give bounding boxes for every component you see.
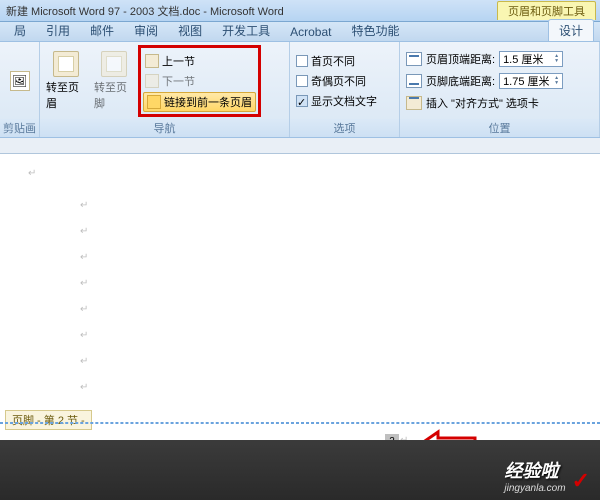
odd-even-different-checkbox[interactable]: 奇偶页不同: [294, 72, 379, 90]
checkbox-icon: [296, 55, 308, 67]
header-distance-label: 页眉顶端距离:: [426, 51, 495, 67]
watermark-bar: 经验啦 jingyanla.com ✓: [0, 440, 600, 500]
checkbox-icon: [296, 75, 308, 87]
tab-acrobat[interactable]: Acrobat: [280, 23, 341, 41]
header-distance-icon: [406, 52, 422, 66]
tab-reference[interactable]: 引用: [36, 20, 80, 41]
tab-review[interactable]: 审阅: [124, 20, 168, 41]
show-doc-text-label: 显示文档文字: [311, 93, 377, 109]
paragraph-mark: ↵: [80, 304, 88, 315]
header-distance-value: 1.5 厘米: [503, 51, 543, 67]
group-nav-label: 导航: [40, 119, 289, 137]
ribbon-tabs: 局 引用 邮件 审阅 视图 开发工具 Acrobat 特色功能 设计: [0, 22, 600, 42]
spinner-icon[interactable]: ▲▼: [554, 76, 559, 86]
paragraph-mark: ↵: [80, 200, 88, 211]
clipart-button[interactable]: 🖼: [4, 71, 35, 91]
show-document-text-checkbox[interactable]: ✓ 显示文档文字: [294, 92, 379, 110]
footer-section-tag: 页脚 - 第 2 节 -: [5, 410, 92, 430]
group-clipart-label: 剪贴画: [0, 119, 39, 137]
title-bar: 新建 Microsoft Word 97 - 2003 文档.doc - Mic…: [0, 0, 600, 22]
paragraph-mark: ↵: [80, 330, 88, 341]
insert-alignment-tab-button[interactable]: 插入 "对齐方式" 选项卡: [404, 94, 541, 112]
goto-footer-label: 转至页脚: [94, 79, 134, 111]
paragraph-mark: ↵: [80, 382, 88, 393]
odd-even-diff-label: 奇偶页不同: [311, 73, 366, 89]
paragraph-mark: ↵: [28, 168, 36, 179]
group-options-label: 选项: [290, 119, 399, 137]
tab-design[interactable]: 设计: [548, 19, 594, 41]
first-page-diff-label: 首页不同: [311, 53, 355, 69]
insert-alignment-tab-label: 插入 "对齐方式" 选项卡: [426, 95, 539, 111]
footer-distance-icon: [406, 74, 422, 88]
first-page-different-checkbox[interactable]: 首页不同: [294, 52, 379, 70]
next-section-button[interactable]: 下一节: [143, 72, 256, 90]
link-to-previous-button[interactable]: 链接到前一条页眉: [143, 92, 256, 112]
tab-view[interactable]: 视图: [168, 20, 212, 41]
tab-mail[interactable]: 邮件: [80, 20, 124, 41]
paragraph-mark: ↵: [80, 226, 88, 237]
next-section-icon: [145, 74, 159, 88]
page-separator: [0, 422, 600, 424]
document-area[interactable]: ↵ ↵ ↵ ↵ ↵ ↵ ↵ ↵ ↵ 页脚 - 第 2 节 - 2 ↵ ↵: [0, 154, 600, 474]
contextual-tab-header-footer: 页眉和页脚工具: [497, 1, 596, 20]
paragraph-mark: ↵: [80, 278, 88, 289]
brand-checkmark-icon: ✓: [572, 468, 590, 494]
prev-section-button[interactable]: 上一节: [143, 52, 256, 70]
tab-dev[interactable]: 开发工具: [212, 20, 280, 41]
brand-text: 经验啦: [504, 457, 565, 483]
checkbox-icon: ✓: [296, 95, 308, 107]
spinner-icon[interactable]: ▲▼: [554, 54, 559, 64]
brand-subtext: jingyanla.com: [504, 483, 565, 494]
header-distance-input[interactable]: 1.5 厘米 ▲▼: [499, 51, 563, 67]
next-section-label: 下一节: [162, 73, 195, 89]
goto-footer-button[interactable]: 转至页脚: [92, 49, 136, 113]
tab-special[interactable]: 特色功能: [341, 20, 409, 41]
prev-section-label: 上一节: [162, 53, 195, 69]
document-title: 新建 Microsoft Word 97 - 2003 文档.doc - Mic…: [0, 3, 284, 19]
paragraph-mark: ↵: [80, 356, 88, 367]
footer-distance-value: 1.75 厘米: [503, 73, 549, 89]
goto-header-label: 转至页眉: [46, 79, 86, 111]
link-to-previous-icon: [147, 95, 161, 109]
goto-header-button[interactable]: 转至页眉: [44, 49, 88, 113]
link-to-previous-label: 链接到前一条页眉: [164, 94, 252, 110]
footer-distance-label: 页脚底端距离:: [426, 73, 495, 89]
ribbon: 🖼 剪贴画 转至页眉 转至页脚 上一节: [0, 42, 600, 138]
group-position-label: 位置: [400, 119, 599, 137]
align-tab-icon: [406, 96, 422, 110]
paragraph-mark: ↵: [80, 252, 88, 263]
prev-section-icon: [145, 54, 159, 68]
clipart-icon: 🖼: [10, 71, 30, 91]
goto-footer-icon: [101, 51, 127, 77]
tab-layout[interactable]: 局: [4, 20, 36, 41]
goto-header-icon: [53, 51, 79, 77]
ruler: [0, 138, 600, 154]
footer-distance-input[interactable]: 1.75 厘米 ▲▼: [499, 73, 563, 89]
red-highlight-box: 上一节 下一节 链接到前一条页眉: [138, 45, 261, 117]
